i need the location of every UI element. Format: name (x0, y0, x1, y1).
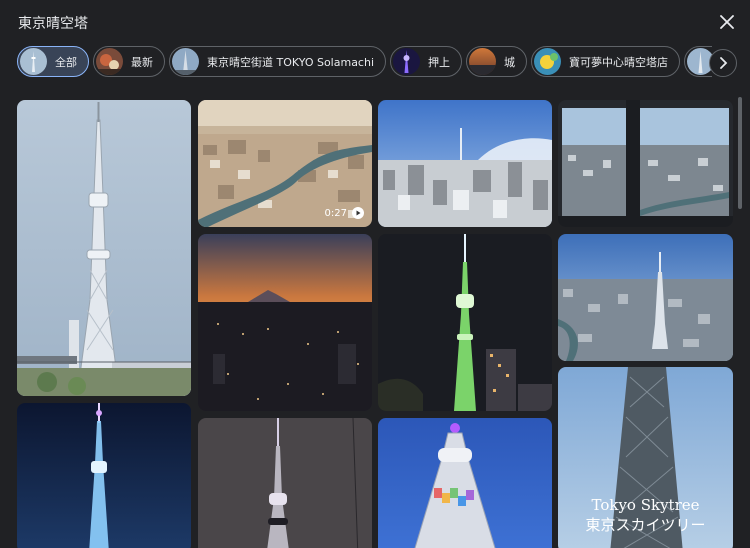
image-result-skytree-rainbow[interactable] (378, 418, 552, 548)
chip-label: 東京晴空街道 TOKYO Solamachi (207, 55, 375, 69)
image-result-skytree-dusk[interactable] (198, 418, 372, 548)
results-scrollbar[interactable] (738, 97, 742, 209)
video-badge: 0:27 (325, 207, 364, 219)
chip-latest[interactable]: 最新 (93, 46, 165, 77)
video-result-city-river[interactable]: 0:27 (198, 100, 372, 227)
caption-japanese: 東京スカイツリー (585, 516, 706, 534)
image-result-aerial-skytree[interactable] (558, 234, 733, 361)
play-icon (352, 207, 364, 219)
close-button[interactable] (714, 9, 740, 35)
pokemon-thumb-icon (534, 48, 562, 75)
chip-pokemon-center[interactable]: 寶可夢中心晴空塔店 (531, 46, 681, 77)
image-result-skytree-green[interactable] (378, 234, 552, 411)
chip-label: 寶可夢中心晴空塔店 (569, 55, 669, 69)
close-icon (720, 15, 734, 29)
scroll-chips-right-button[interactable] (709, 49, 737, 77)
image-result-city-view[interactable] (378, 100, 552, 227)
chip-castle[interactable]: 城 (466, 46, 528, 77)
chip-oshiage[interactable]: 押上 (390, 46, 463, 77)
video-duration: 0:27 (324, 207, 347, 219)
image-result-sunset-fuji[interactable] (198, 234, 372, 411)
skytree-thumb-icon (172, 48, 199, 75)
image-result-observation-deck[interactable] (558, 100, 733, 227)
image-result-skytree-caption[interactable]: Tokyo Skytree 東京スカイツリー (558, 367, 733, 548)
image-result-skytree-night-blue[interactable] (17, 403, 191, 548)
chip-more[interactable]: 樂 (684, 46, 712, 77)
panel-header: 東京晴空塔 (0, 0, 750, 44)
image-result-skytree-day[interactable] (17, 100, 191, 396)
food-thumb-icon (96, 48, 123, 75)
skytree-thumb-icon (20, 48, 47, 75)
chip-label: 城 (504, 55, 516, 69)
panel-title: 東京晴空塔 (18, 16, 88, 32)
chip-label: 押上 (428, 55, 451, 69)
sunset-thumb-icon (469, 48, 497, 75)
filter-chip-row: 全部 最新 東京晴空街道 TOKYO Solamachi 押上 城 寶可夢中心晴… (17, 46, 712, 79)
caption-english: Tokyo Skytree (591, 496, 700, 514)
chip-all[interactable]: 全部 (17, 46, 89, 77)
chip-label: 最新 (131, 55, 153, 69)
chip-solamachi[interactable]: 東京晴空街道 TOKYO Solamachi (169, 46, 387, 77)
chevron-right-icon (720, 57, 728, 69)
night-tower-thumb-icon (393, 48, 421, 75)
chip-label: 全部 (55, 55, 77, 69)
